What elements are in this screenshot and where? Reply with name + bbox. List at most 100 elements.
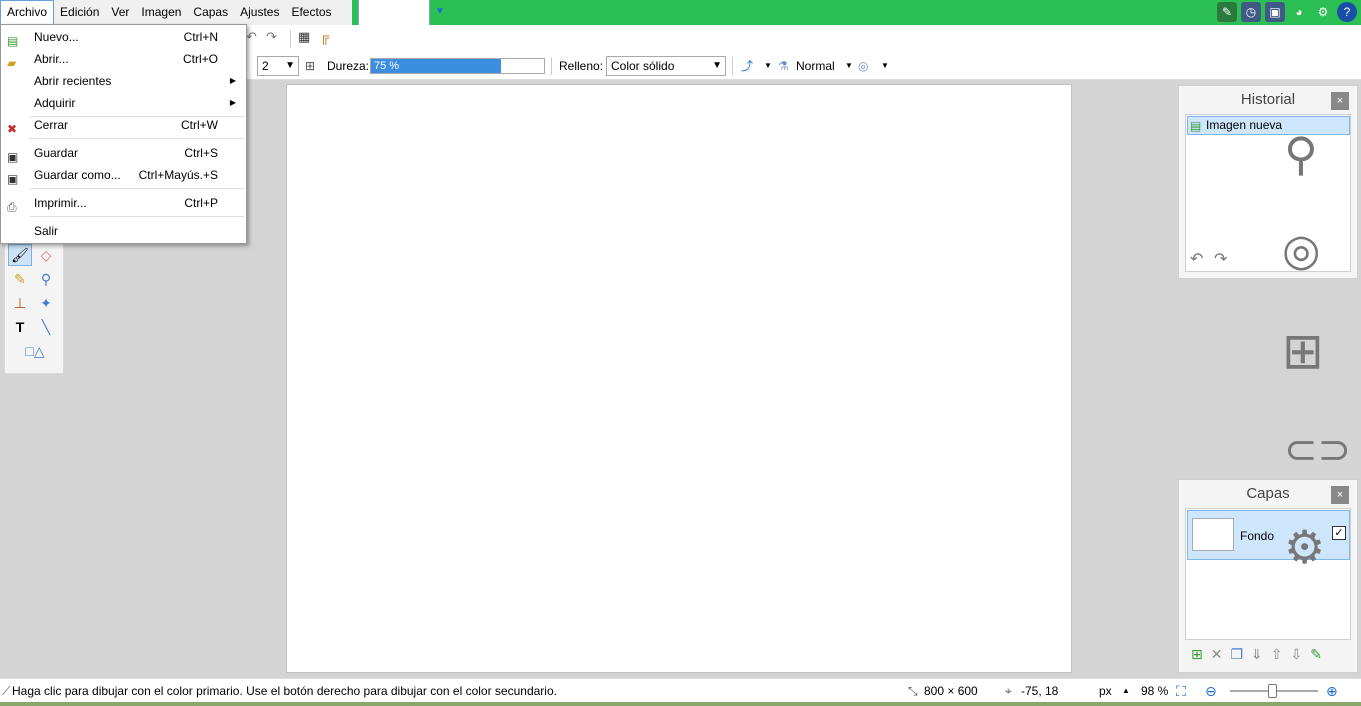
color-picker-tool-icon[interactable]: ⚲ bbox=[34, 268, 58, 290]
alpha-blending-icon[interactable]: ◎ bbox=[858, 56, 868, 76]
antialiasing-icon[interactable]: ⤴ bbox=[741, 56, 753, 76]
help-icon[interactable]: ? bbox=[1337, 2, 1357, 22]
status-bar: ⟋ Haga clic para dibujar con el color pr… bbox=[0, 678, 1361, 702]
brush-width-select[interactable]: 2 ▼ bbox=[257, 56, 299, 76]
paintbrush-tool-icon[interactable]: 🖌 bbox=[8, 244, 32, 266]
menu-capas[interactable]: Capas bbox=[187, 0, 234, 25]
menu-imagen[interactable]: Imagen bbox=[135, 0, 187, 25]
menu-item-imprimir[interactable]: ⎙ Imprimir... Ctrl+P bbox=[1, 192, 246, 214]
move-layer-up-icon[interactable]: ⇧ bbox=[1271, 646, 1283, 663]
chevron-down-icon[interactable]: ▼ bbox=[881, 56, 889, 76]
hardness-slider[interactable]: 75 % bbox=[370, 58, 545, 74]
layer-row[interactable]: Fondo ✓ ⚙ bbox=[1187, 510, 1350, 570]
colors-window-icon[interactable]: ◕ bbox=[1289, 2, 1309, 22]
menu-item-guardar[interactable]: ▣ Guardar Ctrl+S bbox=[1, 142, 246, 164]
gear-icon: ⚙ bbox=[1284, 521, 1326, 573]
layers-close-button[interactable]: × bbox=[1331, 486, 1349, 504]
chevron-down-icon[interactable]: ▼ bbox=[764, 56, 772, 76]
history-list: ▤ Imagen nueva ⚲ ◎ ↶ ↷ bbox=[1185, 114, 1351, 273]
menu-item-shortcut: Ctrl+N bbox=[183, 30, 218, 44]
undo-icon[interactable]: ↶ bbox=[246, 29, 257, 45]
cursor-position-icon: ⌖ bbox=[1005, 684, 1012, 698]
menu-ver[interactable]: Ver bbox=[105, 0, 135, 25]
tools-window-icon[interactable]: ✎ bbox=[1217, 2, 1237, 22]
layer-visibility-checkbox[interactable]: ✓ bbox=[1332, 526, 1346, 540]
layers-window-icon[interactable]: ▣ bbox=[1265, 2, 1285, 22]
menu-item-shortcut: Ctrl+O bbox=[182, 52, 218, 66]
duplicate-layer-icon[interactable]: ❐ bbox=[1230, 646, 1243, 663]
fit-window-icon[interactable]: ⛶ bbox=[1176, 679, 1186, 703]
chevron-up-icon[interactable]: ▲ bbox=[1122, 679, 1130, 703]
eraser-tool-icon[interactable]: ◇ bbox=[34, 244, 58, 266]
status-hint: Haga clic para dibujar con el color prim… bbox=[12, 684, 557, 698]
toolbar-separator bbox=[732, 57, 733, 75]
toolbar-separator bbox=[290, 30, 291, 48]
menu-edicion[interactable]: Edición bbox=[54, 0, 105, 25]
history-item[interactable]: ▤ Imagen nueva bbox=[1187, 116, 1350, 135]
menu-item-label: Nuevo... bbox=[34, 30, 79, 44]
line-curve-tool-icon[interactable]: ╲ bbox=[34, 316, 58, 338]
menu-item-guardar-como[interactable]: ▣ Guardar como... Ctrl+Mayús.+S bbox=[1, 164, 246, 186]
move-layer-down-icon[interactable]: ⇩ bbox=[1291, 646, 1303, 663]
menu-item-abrir-recientes[interactable]: Abrir recientes ▶ bbox=[1, 70, 246, 92]
units-select[interactable]: px bbox=[1099, 679, 1112, 703]
menu-list: Archivo Edición Ver Imagen Capas Ajustes… bbox=[0, 0, 352, 25]
menu-item-abrir[interactable]: ▰ Abrir... Ctrl+O bbox=[1, 48, 246, 70]
history-window-icon[interactable]: ◷ bbox=[1241, 2, 1261, 22]
fill-select[interactable]: Color sólido ▼ bbox=[606, 56, 726, 76]
image-tabs-dropdown-icon[interactable]: ▼ bbox=[434, 6, 446, 18]
history-panel: Historial × ▤ Imagen nueva ⚲ ◎ ↶ ↷ bbox=[1178, 85, 1358, 279]
brush-width-plus-icon[interactable]: ⊞ bbox=[305, 56, 315, 76]
menu-item-adquirir[interactable]: Adquirir ▶ bbox=[1, 92, 246, 114]
menu-efectos[interactable]: Efectos bbox=[285, 0, 337, 25]
chevron-down-icon[interactable]: ▼ bbox=[845, 56, 853, 76]
fill-value: Color sólido bbox=[611, 59, 675, 73]
history-redo-icon[interactable]: ↷ bbox=[1214, 249, 1227, 269]
blend-mode-value[interactable]: Normal bbox=[796, 56, 835, 76]
layer-properties-icon[interactable]: ✎ bbox=[1310, 646, 1322, 663]
clone-stamp-tool-icon[interactable]: ⊥ bbox=[8, 292, 32, 314]
menu-item-cerrar[interactable]: ✖ Cerrar Ctrl+W bbox=[1, 114, 246, 136]
brush-width-value: 2 bbox=[262, 59, 269, 73]
layers-panel: Capas × Fondo ✓ ⚙ ⊞ ✕ ❐ ⇓ ⇧ ⇩ ✎ bbox=[1178, 479, 1358, 673]
recolor-tool-icon[interactable]: ✦ bbox=[34, 292, 58, 314]
image-canvas[interactable] bbox=[286, 84, 1072, 673]
menu-item-label: Abrir... bbox=[34, 52, 69, 66]
zoom-in-icon[interactable]: ⊕ bbox=[1326, 679, 1338, 703]
hardness-value: 75 % bbox=[374, 60, 400, 72]
chevron-down-icon: ▼ bbox=[285, 60, 295, 71]
menu-item-nuevo[interactable]: ▤ Nuevo... Ctrl+N bbox=[1, 26, 246, 48]
tools-panel: 🖌 ◇ ✎ ⚲ ⊥ ✦ T ╲ □△ bbox=[4, 244, 64, 374]
layers-list: Fondo ✓ ⚙ bbox=[1185, 508, 1351, 640]
menu-item-label: Imprimir... bbox=[34, 196, 87, 210]
menu-item-shortcut: Ctrl+S bbox=[184, 146, 218, 160]
shapes-tool-icon[interactable]: □△ bbox=[15, 340, 55, 362]
history-item-label: Imagen nueva bbox=[1206, 118, 1283, 132]
paintbrush-icon: ⟋ bbox=[2, 684, 11, 698]
windows-logo-icon: ⊞ bbox=[1282, 323, 1324, 379]
redo-icon[interactable]: ↷ bbox=[266, 29, 277, 45]
blend-mode-icon[interactable]: ⚗ bbox=[778, 56, 789, 76]
menu-item-shortcut: Ctrl+W bbox=[181, 118, 218, 132]
pencil-tool-icon[interactable]: ✎ bbox=[8, 268, 32, 290]
zoom-value[interactable]: 98 % bbox=[1141, 679, 1168, 703]
merge-layer-down-icon[interactable]: ⇓ bbox=[1251, 646, 1263, 663]
menu-item-label: Salir bbox=[34, 224, 59, 238]
image-size: 800 × 600 bbox=[924, 684, 978, 698]
menu-archivo[interactable]: Archivo bbox=[0, 0, 55, 25]
menu-separator bbox=[29, 216, 244, 217]
settings-gear-icon[interactable]: ⚙ bbox=[1313, 2, 1333, 22]
delete-layer-icon[interactable]: ✕ bbox=[1211, 646, 1223, 663]
history-undo-icon[interactable]: ↶ bbox=[1190, 249, 1203, 269]
save-icon: ▣ bbox=[7, 150, 19, 164]
history-close-button[interactable]: × bbox=[1331, 92, 1349, 110]
menu-item-salir[interactable]: Salir bbox=[1, 220, 246, 242]
add-layer-icon[interactable]: ⊞ bbox=[1191, 646, 1203, 663]
grid-icon[interactable]: ▦ bbox=[298, 29, 310, 45]
rulers-icon[interactable]: ╔ bbox=[320, 29, 329, 44]
menu-item-label: Guardar bbox=[34, 146, 79, 160]
zoom-out-icon[interactable]: ⊖ bbox=[1205, 679, 1217, 703]
zoom-slider-handle[interactable] bbox=[1268, 684, 1277, 698]
menu-ajustes[interactable]: Ajustes bbox=[234, 0, 285, 25]
text-tool-icon[interactable]: T bbox=[8, 316, 32, 338]
